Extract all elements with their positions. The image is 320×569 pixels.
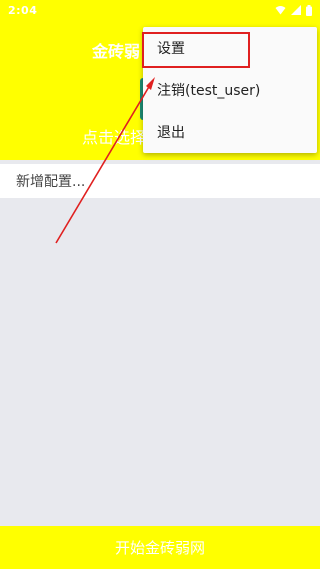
app-screen: 2:04 金砖弱 点击选择 新增配置... 开始金砖弱网 设置 注销(test_… bbox=[0, 0, 320, 569]
annotation-arrow bbox=[55, 77, 155, 244]
